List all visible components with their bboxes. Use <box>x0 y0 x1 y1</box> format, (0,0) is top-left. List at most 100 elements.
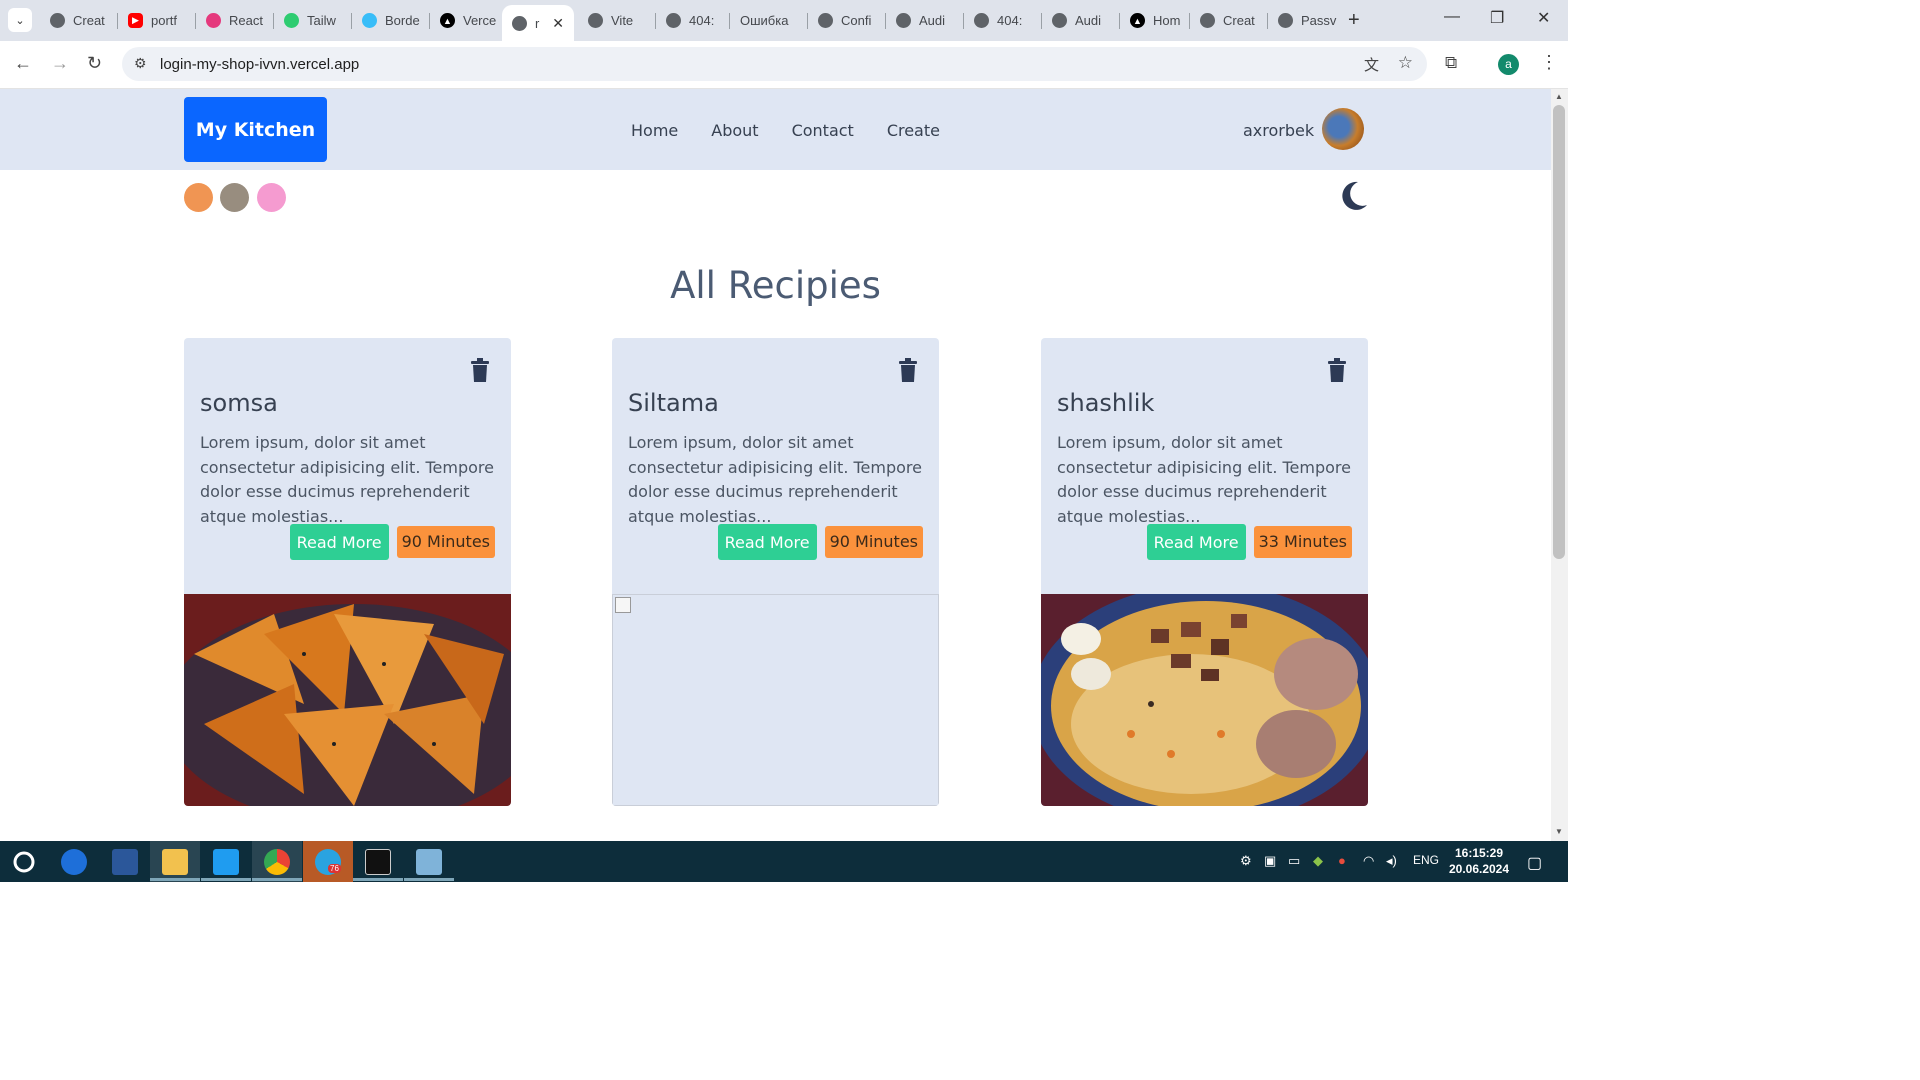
nav-link-create[interactable]: Create <box>887 121 940 140</box>
tab-search-button[interactable]: ⌄ <box>8 8 32 32</box>
page-title: All Recipies <box>670 264 881 307</box>
browser-tab-active[interactable]: r ✕ <box>502 5 574 41</box>
minimize-icon[interactable]: — <box>1444 8 1460 26</box>
username: axrorbek <box>1243 121 1315 140</box>
browser-tab[interactable]: Vite <box>578 6 656 35</box>
bookmark-star-icon[interactable]: ☆ <box>1398 53 1413 73</box>
browser-tab[interactable]: 404: <box>964 6 1042 35</box>
globe-icon <box>1052 13 1067 28</box>
browser-tab[interactable]: Creat <box>1190 6 1268 35</box>
browser-menu-icon[interactable]: ⋮ <box>1540 52 1558 73</box>
pin-app-icon[interactable] <box>61 849 87 875</box>
react-icon <box>206 13 221 28</box>
theme-color-pink[interactable] <box>257 183 286 212</box>
recipe-title: Siltama <box>628 389 719 417</box>
recipe-description: Lorem ipsum, dolor sit amet consectetur … <box>628 433 922 526</box>
trash-icon[interactable] <box>899 358 917 382</box>
browser-tab[interactable]: Confi <box>808 6 886 35</box>
recipe-card: somsa Lorem ipsum, dolor sit amet consec… <box>184 338 511 806</box>
forward-arrow-icon[interactable]: → <box>51 53 69 74</box>
figure-icon <box>284 13 299 28</box>
broken-image-icon <box>615 597 631 613</box>
vercel-icon: ▲ <box>1130 13 1145 28</box>
scrollbar-thumb[interactable] <box>1553 105 1565 559</box>
profile-avatar[interactable]: a <box>1498 54 1519 75</box>
tray-app-icon[interactable]: ● <box>1338 853 1346 868</box>
globe-icon <box>1200 13 1215 28</box>
extensions-icon[interactable]: ⧉ <box>1445 53 1457 73</box>
telegram-badge: 76 <box>328 864 341 873</box>
recipe-title: shashlik <box>1057 389 1155 417</box>
file-explorer-icon[interactable] <box>162 849 188 875</box>
browser-tab[interactable]: Audi <box>886 6 964 35</box>
site-info-icon[interactable]: ⚙ <box>134 55 147 72</box>
taskbar-indicator <box>404 878 454 881</box>
notifications-icon[interactable]: ▢ <box>1527 853 1542 873</box>
back-arrow-icon[interactable]: ← <box>14 53 32 74</box>
address-bar[interactable]: ⚙ login-my-shop-ivvn.vercel.app 文 ☆ <box>122 47 1427 81</box>
reload-icon[interactable]: ↻ <box>87 53 102 74</box>
browser-tab[interactable]: React <box>196 6 274 35</box>
read-more-button[interactable]: Read More <box>289 524 389 560</box>
browser-tab[interactable]: Audi <box>1042 6 1120 35</box>
browser-tab[interactable]: Tailw <box>274 6 352 35</box>
trash-icon[interactable] <box>471 358 489 382</box>
browser-tab[interactable]: 404: <box>656 6 730 35</box>
browser-tab[interactable]: Passv <box>1268 6 1338 35</box>
photos-icon[interactable] <box>416 849 442 875</box>
browser-tab[interactable]: ▶ portf <box>118 6 196 35</box>
chrome-icon[interactable] <box>264 849 290 875</box>
start-icon[interactable] <box>11 850 37 874</box>
read-more-button[interactable]: Read More <box>1146 524 1246 560</box>
taskbar-clock[interactable]: 16:15:29 20.06.2024 <box>1448 845 1510 877</box>
page-viewport: My Kitchen Home About Contact Create axr… <box>0 89 1551 841</box>
terminal-icon[interactable] <box>365 849 391 875</box>
tray-battery-icon[interactable]: ▭ <box>1288 853 1300 869</box>
recipe-image-somsa <box>184 594 511 806</box>
volume-icon[interactable]: ◂) <box>1386 853 1397 869</box>
wifi-icon[interactable]: ◠ <box>1363 853 1374 869</box>
taskbar-indicator <box>353 878 403 881</box>
nav-link-about[interactable]: About <box>711 121 758 140</box>
user-avatar[interactable] <box>1322 108 1364 150</box>
recipe-card: shashlik Lorem ipsum, dolor sit amet con… <box>1041 338 1368 806</box>
close-window-icon[interactable]: ✕ <box>1537 8 1550 28</box>
new-tab-button[interactable]: + <box>1348 9 1360 32</box>
page-scrollbar[interactable]: ▲ ▼ <box>1551 89 1568 841</box>
tray-settings-icon[interactable]: ⚙ <box>1240 853 1252 869</box>
recipe-image-broken <box>612 594 939 806</box>
youtube-icon: ▶ <box>128 13 143 28</box>
nav-link-contact[interactable]: Contact <box>792 121 854 140</box>
read-more-button[interactable]: Read More <box>717 524 817 560</box>
url-text[interactable]: login-my-shop-ivvn.vercel.app <box>160 56 359 73</box>
tailwind-icon <box>362 13 377 28</box>
scroll-up-icon[interactable]: ▲ <box>1555 92 1563 101</box>
nav-link-home[interactable]: Home <box>631 121 678 140</box>
browser-toolbar: ← → ↻ ⚙ login-my-shop-ivvn.vercel.app 文 … <box>0 41 1568 89</box>
dark-mode-moon-icon[interactable] <box>1336 179 1370 213</box>
tray-device-icon[interactable]: ▣ <box>1264 853 1276 869</box>
word-icon[interactable] <box>112 849 138 875</box>
theme-color-orange[interactable] <box>184 183 213 212</box>
globe-icon <box>50 13 65 28</box>
browser-tab[interactable]: Ошибка <box>730 6 808 35</box>
restore-icon[interactable]: ❐ <box>1490 8 1504 28</box>
close-tab-icon[interactable]: ✕ <box>552 15 564 32</box>
globe-icon <box>818 13 833 28</box>
clock-time: 16:15:29 <box>1454 846 1504 860</box>
vercel-icon: ▲ <box>440 13 455 28</box>
vscode-icon[interactable] <box>213 849 239 875</box>
browser-tab[interactable]: Borde <box>352 6 430 35</box>
translate-icon[interactable]: 文 <box>1364 54 1379 75</box>
language-indicator[interactable]: ENG <box>1413 853 1439 867</box>
recipe-image-plov <box>1041 594 1368 806</box>
tray-nvidia-icon[interactable]: ◆ <box>1313 853 1323 869</box>
browser-tab[interactable]: ▲ Verce <box>430 6 500 35</box>
brand-logo-button[interactable]: My Kitchen <box>184 97 327 162</box>
browser-tab[interactable]: ▲ Hom <box>1120 6 1190 35</box>
scroll-down-icon[interactable]: ▼ <box>1555 827 1563 836</box>
trash-icon[interactable] <box>1328 358 1346 382</box>
browser-tab[interactable]: Creat <box>40 6 118 35</box>
theme-color-gray[interactable] <box>220 183 249 212</box>
cooking-time-badge: 90 Minutes <box>824 526 923 558</box>
